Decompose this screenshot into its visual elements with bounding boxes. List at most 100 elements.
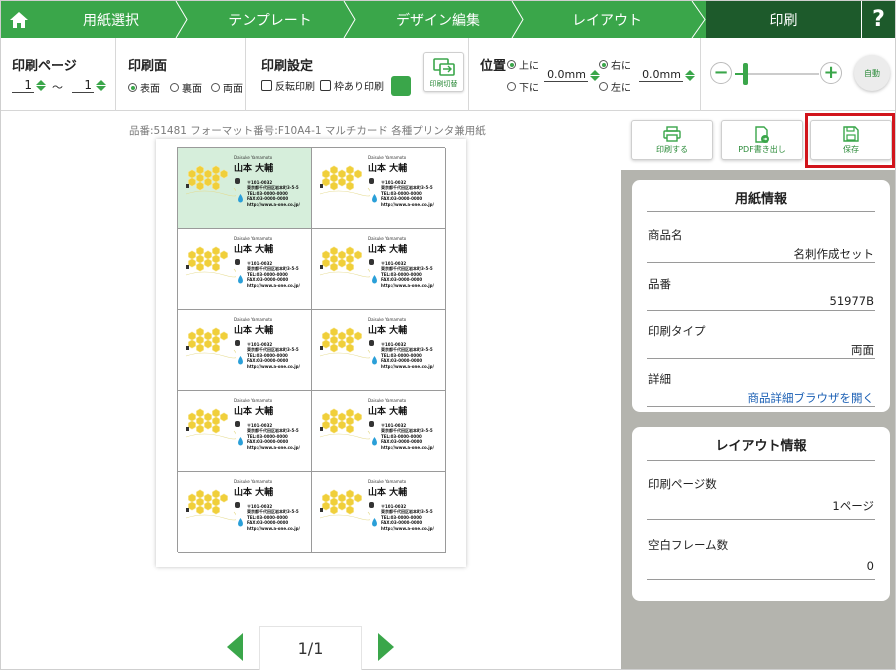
- business-card-slot[interactable]: Daisuke Yamamoto 山本 大輔 〒101-0032 東京都千代田区岩本…: [178, 391, 312, 472]
- business-card-slot[interactable]: Daisuke Yamamoto 山本 大輔 〒101-0032 東京都千代田区岩本…: [178, 148, 312, 229]
- divider: [647, 406, 875, 407]
- divider: [647, 460, 875, 461]
- honeycomb-graphic-icon: [184, 326, 238, 364]
- bee-icon: [235, 259, 240, 265]
- zoom-out-button[interactable]: −: [710, 62, 732, 84]
- business-card-slot[interactable]: Daisuke Yamamoto 山本 大輔 〒101-0032 東京都千代田区岩本…: [178, 310, 312, 391]
- side-front-radio[interactable]: 表面: [128, 80, 160, 95]
- pdf-export-button[interactable]: PDF書き出し: [721, 120, 803, 160]
- page-to-value: 1: [72, 78, 94, 93]
- page-from-stepper[interactable]: 1: [12, 78, 46, 93]
- page-navigator: 1/1: [0, 623, 620, 670]
- increment-icon[interactable]: [96, 80, 106, 85]
- step-template[interactable]: テンプレート: [186, 1, 354, 38]
- card-name-jp: 山本 大輔: [368, 164, 408, 174]
- radio-label: 下に: [519, 83, 539, 94]
- card-address: 〒101-0032 東京都千代田区岩本町3-5-5 TEL:03-0000-00…: [381, 261, 434, 288]
- product-name-label: 商品名: [648, 228, 683, 242]
- print-button[interactable]: 印刷する: [631, 120, 713, 160]
- paper-info-title: 用紙情報: [734, 192, 787, 207]
- divider: [647, 262, 875, 263]
- next-page-icon[interactable]: [376, 632, 396, 662]
- step-label: 用紙選択: [83, 12, 139, 29]
- honeycomb-graphic-icon: [184, 245, 238, 283]
- card-name-en: Daisuke Yamamoto: [234, 479, 273, 484]
- water-drop-icon: [238, 518, 243, 527]
- print-toolbar: 印刷ページ 1 〜 1 印刷面 表面 裏面 両面 印刷設定 反転印刷 枠あり印刷…: [1, 38, 895, 111]
- auto-fit-button[interactable]: 自動: [854, 55, 890, 91]
- pos-bottom-radio[interactable]: 下に: [507, 79, 539, 94]
- step-paper-select[interactable]: 用紙選択: [36, 1, 186, 38]
- business-card-slot[interactable]: Daisuke Yamamoto 山本 大輔 〒101-0032 東京都千代田区岩本…: [312, 472, 446, 553]
- business-card-slot[interactable]: Daisuke Yamamoto 山本 大輔 〒101-0032 東京都千代田区岩本…: [312, 391, 446, 472]
- card-name-en: Daisuke Yamamoto: [368, 236, 407, 241]
- prev-page-icon[interactable]: [225, 632, 245, 662]
- honeycomb-graphic-icon: [184, 164, 238, 202]
- side-both-radio[interactable]: 両面: [211, 80, 243, 95]
- side-back-radio[interactable]: 裏面: [170, 80, 202, 95]
- card-address: 〒101-0032 東京都千代田区岩本町3-5-5 TEL:03-0000-00…: [247, 504, 300, 531]
- print-type-label: 印刷タイプ: [648, 324, 706, 338]
- step-design-edit[interactable]: デザイン編集: [354, 1, 522, 38]
- card-name-en: Daisuke Yamamoto: [368, 317, 407, 322]
- print-sheet-preview: Daisuke Yamamoto 山本 大輔 〒101-0032 東京都千代田区岩本…: [156, 139, 466, 567]
- card-name-en: Daisuke Yamamoto: [234, 155, 273, 160]
- product-detail-link[interactable]: 商品詳細ブラウザを開く: [748, 390, 875, 406]
- step-label: テンプレート: [228, 12, 312, 29]
- page-to-stepper[interactable]: 1: [72, 78, 106, 93]
- step-label: レイアウト: [572, 12, 642, 29]
- increment-icon[interactable]: [685, 69, 695, 75]
- business-card-slot[interactable]: Daisuke Yamamoto 山本 大輔 〒101-0032 東京都千代田区岩本…: [312, 148, 446, 229]
- print-swap-button[interactable]: 印刷切替: [423, 52, 464, 92]
- card-name-en: Daisuke Yamamoto: [234, 398, 273, 403]
- decrement-icon[interactable]: [96, 86, 106, 91]
- home-button[interactable]: [1, 1, 36, 38]
- water-drop-icon: [372, 437, 377, 446]
- bee-icon: [235, 502, 240, 508]
- product-no-value: 51977B: [829, 294, 874, 308]
- print-page-group: 印刷ページ 1 〜 1: [1, 38, 116, 111]
- card-name-jp: 山本 大輔: [368, 488, 408, 498]
- horizontal-offset-stepper[interactable]: 0.0mm: [639, 68, 695, 82]
- pos-right-radio[interactable]: 右に: [599, 57, 631, 72]
- product-no-label: 品番: [648, 277, 671, 291]
- card-name-jp: 山本 大輔: [368, 326, 408, 336]
- radio-label: 左に: [611, 83, 631, 94]
- business-card-slot[interactable]: Daisuke Yamamoto 山本 大輔 〒101-0032 東京都千代田区岩本…: [312, 310, 446, 391]
- card-name-en: Daisuke Yamamoto: [368, 155, 407, 160]
- zoom-in-button[interactable]: +: [820, 62, 842, 84]
- honeycomb-graphic-icon: [184, 407, 238, 445]
- pdf-export-icon: [755, 126, 769, 143]
- card-name-jp: 山本 大輔: [234, 326, 274, 336]
- help-button[interactable]: ?: [861, 1, 895, 38]
- card-address: 〒101-0032 東京都千代田区岩本町3-5-5 TEL:03-0000-00…: [247, 180, 300, 207]
- card-name-en: Daisuke Yamamoto: [368, 479, 407, 484]
- checkbox-label: 枠あり印刷: [334, 82, 384, 93]
- chevron-separator-icon: [175, 1, 188, 38]
- increment-icon[interactable]: [36, 80, 46, 85]
- frame-color-swatch[interactable]: [391, 76, 411, 96]
- detail-label: 詳細: [648, 372, 671, 386]
- step-layout[interactable]: レイアウト: [522, 1, 692, 38]
- zoom-slider-thumb[interactable]: [743, 63, 748, 85]
- checkbox-label: 反転印刷: [275, 82, 315, 93]
- bee-icon: [369, 259, 374, 265]
- bee-icon: [235, 340, 240, 346]
- business-card-slot[interactable]: Daisuke Yamamoto 山本 大輔 〒101-0032 東京都千代田区岩本…: [178, 472, 312, 553]
- pos-top-radio[interactable]: 上に: [507, 57, 539, 72]
- business-card-slot[interactable]: Daisuke Yamamoto 山本 大輔 〒101-0032 東京都千代田区岩本…: [178, 229, 312, 310]
- card-name-jp: 山本 大輔: [234, 407, 274, 417]
- frame-print-checkbox[interactable]: 枠あり印刷: [320, 78, 384, 93]
- decrement-icon[interactable]: [685, 75, 695, 81]
- decrement-icon[interactable]: [36, 86, 46, 91]
- business-card-slot[interactable]: Daisuke Yamamoto 山本 大輔 〒101-0032 東京都千代田区岩本…: [312, 229, 446, 310]
- product-info-line: 品番:51481 フォーマット番号:F10A4-1 マルチカード 各種プリンタ兼…: [129, 125, 486, 137]
- step-print[interactable]: 印刷: [706, 1, 861, 38]
- radio-label: 上に: [519, 61, 539, 72]
- card-name-en: Daisuke Yamamoto: [234, 236, 273, 241]
- vertical-offset-stepper[interactable]: 0.0mm: [544, 68, 600, 82]
- layout-info-title: レイアウト情報: [715, 439, 807, 454]
- honeycomb-graphic-icon: [318, 164, 372, 202]
- pos-left-radio[interactable]: 左に: [599, 79, 631, 94]
- reverse-print-checkbox[interactable]: 反転印刷: [261, 78, 315, 93]
